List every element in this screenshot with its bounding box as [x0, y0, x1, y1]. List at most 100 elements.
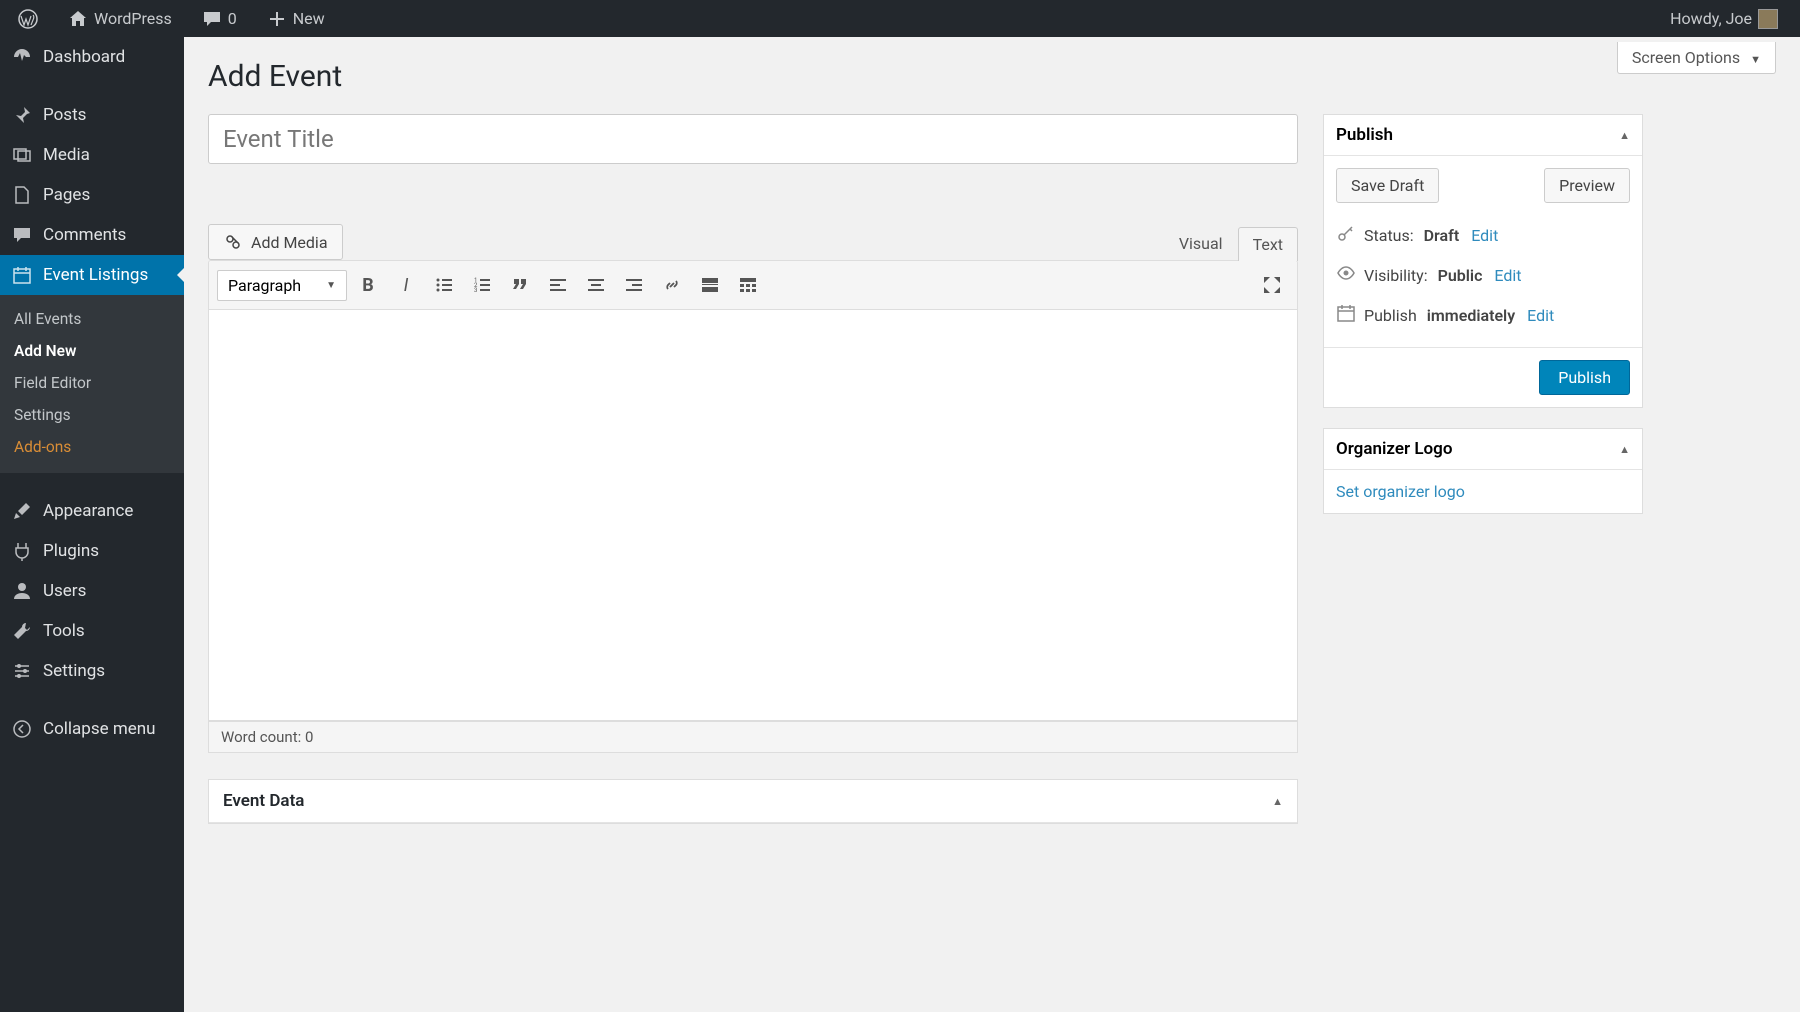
add-media-label: Add Media — [251, 233, 328, 252]
calendar-icon — [1336, 303, 1354, 327]
sidebar-item-comments[interactable]: Comments — [0, 215, 184, 255]
screen-options-label: Screen Options — [1632, 48, 1740, 67]
publish-header: Publish — [1336, 125, 1393, 145]
sidebar-item-users[interactable]: Users — [0, 571, 184, 611]
format-select-label: Paragraph — [228, 276, 301, 295]
pages-icon — [12, 185, 32, 205]
align-center-button[interactable] — [579, 268, 613, 302]
sidebar-label: Settings — [43, 661, 105, 681]
submenu-addons[interactable]: Add-ons — [0, 431, 184, 463]
tab-visual[interactable]: Visual — [1164, 226, 1238, 260]
publish-button[interactable]: Publish — [1539, 360, 1630, 395]
add-media-button[interactable]: Add Media — [208, 224, 343, 260]
sidebar-label: Tools — [43, 621, 85, 641]
pin-icon — [12, 105, 32, 125]
editor-footer: Word count: 0 — [208, 721, 1298, 753]
sidebar-label: Comments — [43, 225, 126, 245]
editor-toolbar: Paragraph ▼ B I 123 — [209, 261, 1297, 310]
collapse-triangle-icon[interactable]: ▲ — [1619, 129, 1630, 142]
publish-value: immediately — [1427, 306, 1515, 325]
screen-options-toggle[interactable]: Screen Options ▼ — [1617, 42, 1776, 74]
sidebar-label: Collapse menu — [43, 719, 156, 739]
event-listings-submenu: All Events Add New Field Editor Settings… — [0, 295, 184, 473]
sidebar-collapse[interactable]: Collapse menu — [0, 709, 184, 749]
sidebar-item-appearance[interactable]: Appearance — [0, 491, 184, 531]
link-button[interactable] — [655, 268, 689, 302]
wp-logo-menu[interactable] — [8, 0, 48, 37]
numbered-list-button[interactable]: 123 — [465, 268, 499, 302]
page-title: Add Event — [208, 59, 1776, 94]
user-icon — [12, 581, 32, 601]
align-right-button[interactable] — [617, 268, 651, 302]
fullscreen-button[interactable] — [1255, 268, 1289, 302]
submenu-add-new[interactable]: Add New — [0, 335, 184, 367]
collapse-triangle-icon[interactable]: ▲ — [1272, 795, 1283, 808]
sidebar-item-plugins[interactable]: Plugins — [0, 531, 184, 571]
status-label: Status: — [1364, 226, 1414, 245]
submenu-settings[interactable]: Settings — [0, 399, 184, 431]
bullet-list-button[interactable] — [427, 268, 461, 302]
new-content-link[interactable]: New — [257, 0, 335, 37]
sidebar-label: Users — [43, 581, 86, 601]
sidebar-item-pages[interactable]: Pages — [0, 175, 184, 215]
sidebar-item-settings[interactable]: Settings — [0, 651, 184, 691]
tab-text[interactable]: Text — [1238, 227, 1298, 261]
sidebar-label: Dashboard — [43, 47, 125, 67]
media-add-icon — [223, 232, 243, 252]
site-name-link[interactable]: WordPress — [58, 0, 182, 37]
editor-tabs: Visual Text — [1164, 226, 1298, 260]
organizer-logo-header: Organizer Logo — [1336, 439, 1452, 459]
save-draft-button[interactable]: Save Draft — [1336, 168, 1439, 203]
sidebar-label: Media — [43, 145, 90, 165]
preview-button[interactable]: Preview — [1544, 168, 1630, 203]
sidebar-item-dashboard[interactable]: Dashboard — [0, 37, 184, 77]
avatar — [1758, 9, 1778, 29]
schedule-row: Publish immediately Edit — [1336, 295, 1630, 335]
admin-bar: WordPress 0 New Howdy, Joe — [0, 0, 1800, 37]
status-value: Draft — [1424, 226, 1460, 245]
howdy-account[interactable]: Howdy, Joe — [1660, 0, 1788, 37]
site-name-label: WordPress — [94, 9, 172, 28]
schedule-edit-link[interactable]: Edit — [1527, 306, 1554, 325]
editor-box: Paragraph ▼ B I 123 — [208, 260, 1298, 721]
sliders-icon — [12, 661, 32, 681]
sidebar-item-event-listings[interactable]: Event Listings — [0, 255, 184, 295]
sidebar-label: Plugins — [43, 541, 99, 561]
key-icon — [1336, 223, 1354, 247]
sidebar-label: Pages — [43, 185, 90, 205]
sidebar-item-posts[interactable]: Posts — [0, 95, 184, 135]
event-data-metabox: Event Data ▲ — [208, 779, 1298, 824]
svg-text:3: 3 — [474, 287, 477, 294]
sidebar-item-media[interactable]: Media — [0, 135, 184, 175]
blockquote-button[interactable] — [503, 268, 537, 302]
set-organizer-logo-link[interactable]: Set organizer logo — [1336, 482, 1465, 501]
sidebar-label: Event Listings — [43, 265, 148, 285]
chevron-down-icon: ▼ — [1750, 53, 1761, 66]
media-icon — [12, 145, 32, 165]
comments-link[interactable]: 0 — [192, 0, 247, 37]
status-edit-link[interactable]: Edit — [1471, 226, 1498, 245]
publish-metabox: Publish ▲ Save Draft Preview Status: Dra… — [1323, 114, 1643, 408]
submenu-field-editor[interactable]: Field Editor — [0, 367, 184, 399]
home-icon — [68, 9, 88, 29]
collapse-triangle-icon[interactable]: ▲ — [1619, 443, 1630, 456]
plug-icon — [12, 541, 32, 561]
event-title-input[interactable] — [208, 114, 1298, 164]
toolbar-toggle-button[interactable] — [731, 268, 765, 302]
submenu-all-events[interactable]: All Events — [0, 303, 184, 335]
visibility-edit-link[interactable]: Edit — [1494, 266, 1521, 285]
align-left-button[interactable] — [541, 268, 575, 302]
dashboard-icon — [12, 47, 32, 67]
editor-content-area[interactable] — [209, 310, 1297, 720]
bold-button[interactable]: B — [351, 268, 385, 302]
italic-button[interactable]: I — [389, 268, 423, 302]
sidebar-item-tools[interactable]: Tools — [0, 611, 184, 651]
brush-icon — [12, 501, 32, 521]
paragraph-format-select[interactable]: Paragraph ▼ — [217, 270, 347, 301]
comments-count: 0 — [228, 9, 237, 28]
publish-label: Publish — [1364, 306, 1417, 325]
calendar-icon — [12, 265, 32, 285]
organizer-logo-metabox: Organizer Logo ▲ Set organizer logo — [1323, 428, 1643, 514]
read-more-button[interactable] — [693, 268, 727, 302]
plus-icon — [267, 9, 287, 29]
